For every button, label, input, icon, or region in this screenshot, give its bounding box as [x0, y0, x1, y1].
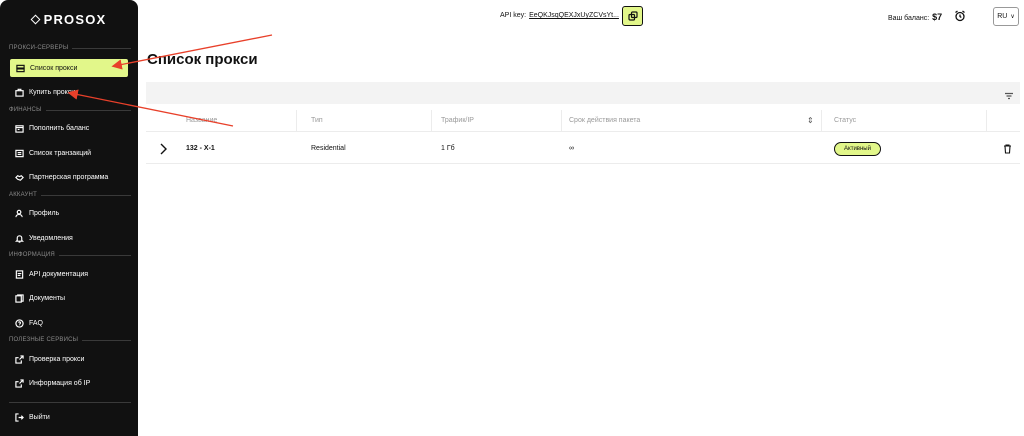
section-divider: [82, 339, 131, 341]
logout-icon: [15, 412, 24, 422]
api-key: API key: EeQKJsqQEXJxUyZCVsYt...: [500, 12, 619, 19]
sidebar-item-label: Список транзакций: [29, 149, 92, 157]
section-useful-services: ПОЛЕЗНЫЕ СЕРВИСЫ: [9, 337, 131, 343]
column-divider: [561, 110, 562, 132]
sidebar-item-label: Информация об IP: [29, 379, 91, 387]
table-row[interactable]: 132 - X-1 Residential 1 Гб ∞ Активный: [146, 136, 1020, 164]
column-header-type[interactable]: Тип: [311, 117, 323, 124]
sidebar: PROSOX ПРОКСИ-СЕРВЕРЫ Список прокси Купи…: [0, 0, 138, 436]
section-account: АККАУНТ: [9, 192, 131, 198]
api-key-label: API key:: [500, 12, 527, 19]
sidebar-item-api-docs[interactable]: API документация: [9, 264, 129, 284]
sidebar-item-documents[interactable]: Документы: [9, 288, 129, 308]
section-proxy-servers: ПРОКСИ-СЕРВЕРЫ: [9, 45, 131, 51]
balance-value: $7: [932, 12, 943, 22]
section-info: ИНФОРМАЦИЯ: [9, 252, 131, 258]
sidebar-item-label: Пополнить баланс: [29, 124, 90, 132]
sidebar-item-ip-info[interactable]: Информация об IP: [9, 373, 129, 393]
sidebar-item-label: Купить прокси: [29, 88, 76, 96]
files-icon: [15, 293, 24, 303]
logout-label: Выйти: [29, 413, 50, 421]
sidebar-item-label: FAQ: [29, 319, 44, 327]
page-title: Список прокси: [147, 51, 258, 68]
column-divider: [986, 110, 987, 132]
app-root: PROSOX ПРОКСИ-СЕРВЕРЫ Список прокси Купи…: [0, 0, 1024, 436]
status-badge: Активный: [834, 142, 881, 156]
column-header-name[interactable]: Название: [186, 117, 217, 124]
sidebar-divider: [9, 402, 131, 403]
trash-icon[interactable]: [1003, 144, 1012, 154]
external-link-icon: [15, 378, 24, 388]
column-divider: [431, 110, 432, 132]
section-title: ПРОКСИ-СЕРВЕРЫ: [9, 45, 69, 51]
sidebar-item-label: Проверка прокси: [29, 355, 85, 363]
table-toolbar: [146, 82, 1020, 104]
balance: Ваш баланс: $7: [888, 12, 942, 22]
user-icon: [15, 209, 24, 218]
sidebar-item-label: API документация: [29, 270, 89, 278]
sidebar-item-top-up[interactable]: Пополнить баланс: [9, 118, 129, 138]
chevron-down-icon: ∨: [1010, 14, 1015, 20]
sidebar-item-proxy-check[interactable]: Проверка прокси: [9, 349, 129, 369]
column-header-expiry[interactable]: Срок действия пакета: [569, 117, 640, 124]
copy-icon: [627, 11, 638, 21]
section-divider: [45, 109, 131, 111]
handshake-icon: [15, 173, 24, 182]
logo-diamond-icon: [30, 14, 41, 25]
brand-logo[interactable]: PROSOX: [0, 12, 138, 27]
column-divider: [296, 110, 297, 132]
section-title: ИНФОРМАЦИЯ: [9, 252, 55, 258]
question-icon: [15, 318, 24, 328]
doc-icon: [15, 269, 24, 279]
server-icon: [16, 64, 25, 73]
proxy-type: Residential: [311, 145, 346, 152]
sidebar-item-notifications[interactable]: Уведомления: [9, 228, 129, 248]
section-divider: [72, 47, 131, 49]
sidebar-item-transactions[interactable]: Список транзакций: [9, 143, 129, 163]
section-title: АККАУНТ: [9, 192, 37, 198]
api-key-value[interactable]: EeQKJsqQEXJxUyZCVsYt...: [529, 12, 619, 19]
section-finance: ФИНАНСЫ: [9, 107, 131, 113]
sidebar-item-proxy-list[interactable]: Список прокси: [9, 58, 129, 78]
filter-icon[interactable]: [1004, 88, 1014, 100]
sidebar-item-label: Уведомления: [29, 234, 73, 242]
language-select[interactable]: RU ∨: [993, 7, 1019, 26]
column-divider: [821, 110, 822, 132]
section-title: ПОЛЕЗНЫЕ СЕРВИСЫ: [9, 337, 79, 343]
bell-icon: [15, 234, 24, 243]
sidebar-item-label: Профиль: [29, 209, 60, 217]
sort-icon[interactable]: ⇕: [807, 116, 814, 125]
section-title: ФИНАНСЫ: [9, 107, 42, 113]
balance-label: Ваш баланс:: [888, 15, 930, 22]
sidebar-item-label: Документы: [29, 294, 66, 302]
wallet-icon: [15, 124, 24, 133]
proxy-expiry: ∞: [569, 145, 574, 152]
sidebar-item-label: Партнерская программа: [29, 173, 109, 181]
expand-chevron-icon[interactable]: [159, 142, 168, 156]
proxy-traffic: 1 Гб: [441, 145, 455, 152]
proxy-name: 132 - X-1: [186, 145, 215, 152]
section-divider: [40, 194, 131, 196]
logo-text: PROSOX: [43, 12, 107, 27]
language-value: RU: [997, 13, 1008, 20]
copy-api-key-button[interactable]: [622, 6, 643, 26]
sidebar-item-profile[interactable]: Профиль: [9, 203, 129, 223]
sidebar-item-label: Список прокси: [30, 64, 78, 72]
sidebar-item-partner[interactable]: Партнерская программа: [9, 167, 129, 187]
external-link-icon: [15, 354, 24, 364]
list-icon: [15, 149, 24, 158]
sidebar-item-buy-proxy[interactable]: Купить прокси: [9, 82, 129, 102]
notifications-bell-icon[interactable]: [954, 9, 966, 22]
table-header: Название Тип Трафик/IP Срок действия пак…: [146, 110, 1020, 132]
sidebar-item-faq[interactable]: FAQ: [9, 313, 129, 333]
logout-button[interactable]: Выйти: [9, 407, 129, 427]
column-header-status[interactable]: Статус: [834, 117, 856, 124]
bag-icon: [15, 88, 24, 97]
section-divider: [58, 254, 131, 256]
column-header-traffic[interactable]: Трафик/IP: [441, 117, 474, 124]
